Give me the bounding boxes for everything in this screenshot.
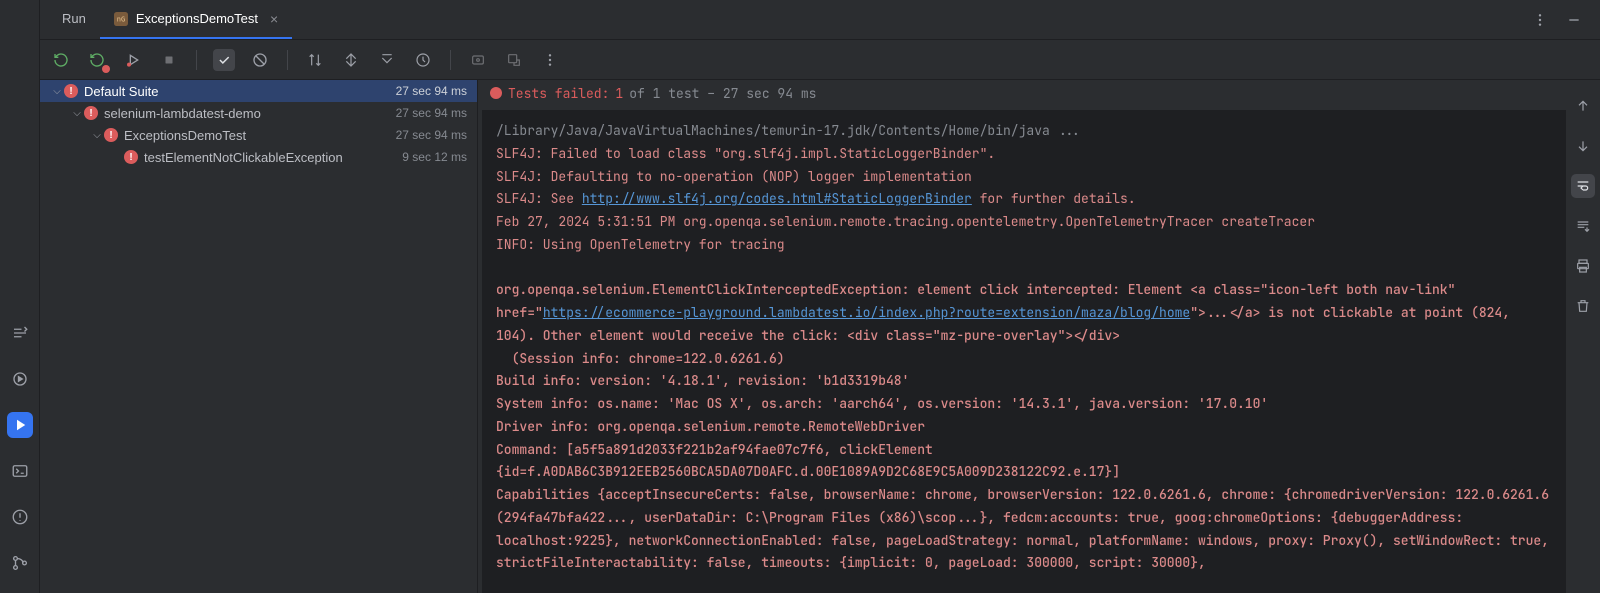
toolbar-more-icon[interactable]	[539, 49, 561, 71]
testng-icon: nG	[114, 12, 128, 26]
left-tool-rail	[0, 0, 40, 593]
test-tab[interactable]: nG ExceptionsDemoTest ×	[100, 1, 292, 39]
expand-all-icon[interactable]	[340, 49, 362, 71]
scroll-down-icon[interactable]	[1571, 134, 1595, 158]
problems-icon[interactable]	[7, 504, 33, 530]
console-line: SLF4J: Failed to load class "org.slf4j.i…	[496, 145, 995, 162]
tree-label: Default Suite	[84, 84, 396, 99]
toolbar-separator	[450, 50, 451, 70]
svg-text:nG: nG	[117, 15, 125, 23]
run-tool-icon[interactable]	[7, 412, 33, 438]
tree-label: ExceptionsDemoTest	[124, 128, 396, 143]
exception-line: Capabilities {acceptInsecureCerts: false…	[496, 486, 1557, 571]
fail-status-icon	[490, 87, 502, 99]
build-icon[interactable]	[7, 320, 33, 346]
chevron-down-icon[interactable]: ⌵	[90, 130, 104, 141]
toolbar-separator	[287, 50, 288, 70]
fail-count: 1	[615, 85, 623, 102]
vcs-icon[interactable]	[7, 550, 33, 576]
console-main: Tests failed: 1 of 1 test – 27 sec 94 ms…	[478, 80, 1566, 593]
tool-body: ⌵!Default Suite27 sec 94 ms⌵!selenium-la…	[40, 80, 1600, 593]
history-icon[interactable]	[412, 49, 434, 71]
fail-status-icon: !	[124, 150, 138, 164]
print-icon[interactable]	[1571, 254, 1595, 278]
tree-time: 27 sec 94 ms	[396, 84, 467, 98]
test-tree[interactable]: ⌵!Default Suite27 sec 94 ms⌵!selenium-la…	[40, 80, 478, 593]
tabbar-actions	[1532, 12, 1592, 28]
console-output[interactable]: /Library/Java/JavaVirtualMachines/temuri…	[482, 110, 1566, 593]
rerun-icon[interactable]	[50, 49, 72, 71]
console-line: SLF4J: See	[496, 190, 582, 207]
stop-icon[interactable]	[158, 49, 180, 71]
test-toolbar	[40, 40, 1600, 80]
fail-status-icon: !	[104, 128, 118, 142]
console-line: INFO: Using OpenTelemetry for tracing	[496, 236, 785, 253]
exception-line: System info: os.name: 'Mac OS X', os.arc…	[496, 395, 1268, 412]
terminal-icon[interactable]	[7, 458, 33, 484]
tree-row[interactable]: ⌵! ExceptionsDemoTest27 sec 94 ms	[40, 124, 477, 146]
collapse-all-icon[interactable]	[376, 49, 398, 71]
chevron-down-icon[interactable]: ⌵	[70, 108, 84, 119]
console-panel: Tests failed: 1 of 1 test – 27 sec 94 ms…	[478, 80, 1600, 593]
console-line: for further details.	[972, 190, 1136, 207]
console-right-rail	[1566, 80, 1600, 593]
show-passed-icon[interactable]	[213, 49, 235, 71]
tree-time: 27 sec 94 ms	[396, 128, 467, 142]
rerun-failed-icon[interactable]	[86, 49, 108, 71]
clear-icon[interactable]	[1571, 294, 1595, 318]
tree-row[interactable]: ⌵! Default Suite27 sec 94 ms	[40, 80, 477, 102]
run-tab[interactable]: Run	[48, 1, 100, 39]
slf4j-link[interactable]: http://www.slf4j.org/codes.html#StaticLo…	[582, 190, 972, 207]
toolbar-separator	[196, 50, 197, 70]
exception-line: Command: [a5f5a891d2033f221b2af94fae07c7…	[496, 441, 1120, 481]
tree-time: 9 sec 12 ms	[402, 150, 467, 164]
test-summary: Tests failed: 1 of 1 test – 27 sec 94 ms	[478, 80, 1566, 106]
sort-icon[interactable]	[304, 49, 326, 71]
exception-url-link[interactable]: https://ecommerce-playground.lambdatest.…	[543, 304, 1190, 321]
test-tab-label: ExceptionsDemoTest	[136, 11, 258, 26]
fail-status-icon: !	[64, 84, 78, 98]
close-tab-icon[interactable]: ×	[270, 11, 278, 27]
export-tests-icon[interactable]	[503, 49, 525, 71]
more-icon[interactable]	[1532, 12, 1548, 28]
show-ignored-icon[interactable]	[249, 49, 271, 71]
minimize-icon[interactable]	[1566, 12, 1582, 28]
tree-time: 27 sec 94 ms	[396, 106, 467, 120]
toggle-auto-test-icon[interactable]	[122, 49, 144, 71]
fail-prefix: Tests failed:	[508, 85, 609, 102]
fail-status-icon: !	[84, 106, 98, 120]
exception-line: (Session info: chrome=122.0.6261.6)	[496, 350, 785, 367]
console-line: SLF4J: Defaulting to no-operation (NOP) …	[496, 168, 972, 185]
tool-window-tabs: Run nG ExceptionsDemoTest ×	[40, 0, 1600, 40]
tree-label: selenium-lambdatest-demo	[104, 106, 396, 121]
tree-row[interactable]: ⌵! selenium-lambdatest-demo27 sec 94 ms	[40, 102, 477, 124]
run-tab-label: Run	[62, 11, 86, 26]
main-panel: Run nG ExceptionsDemoTest ×	[40, 0, 1600, 593]
exception-line: Build info: version: '4.18.1', revision:…	[496, 372, 909, 389]
console-line: Feb 27, 2024 5:31:51 PM org.openqa.selen…	[496, 213, 1315, 230]
services-icon[interactable]	[7, 366, 33, 392]
chevron-down-icon[interactable]: ⌵	[50, 86, 64, 97]
import-tests-icon[interactable]	[467, 49, 489, 71]
fail-suffix: of 1 test – 27 sec 94 ms	[629, 85, 816, 102]
tree-label: testElementNotClickableException	[144, 150, 402, 165]
scroll-to-end-icon[interactable]	[1571, 214, 1595, 238]
exception-line: Driver info: org.openqa.selenium.remote.…	[496, 418, 925, 435]
scroll-up-icon[interactable]	[1571, 94, 1595, 118]
soft-wrap-icon[interactable]	[1571, 174, 1595, 198]
console-cmd: /Library/Java/JavaVirtualMachines/temuri…	[496, 122, 1081, 139]
tree-row[interactable]: ! testElementNotClickableException9 sec 1…	[40, 146, 477, 168]
